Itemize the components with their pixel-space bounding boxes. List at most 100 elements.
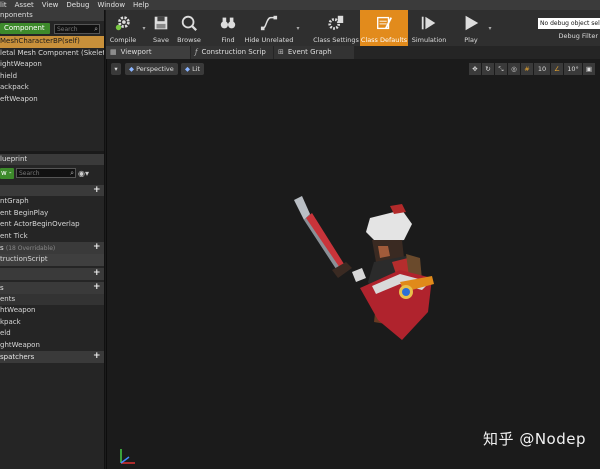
rotation-snap-value[interactable]: 10° <box>564 63 582 75</box>
viewport-transform-tools: ✥ ↻ ⤡ ◎ # 10 ∠ 10° ▣ <box>468 63 595 75</box>
add-component-button[interactable]: Component - <box>0 23 50 43</box>
grid-snap-icon[interactable]: # <box>521 63 533 75</box>
world-space-icon[interactable]: ◎ <box>508 63 520 75</box>
search-icon: ⌕ <box>94 24 98 33</box>
component-item[interactable]: letal Mesh Component (SkeletalMe <box>0 48 104 60</box>
main-toolbar: Compile ▾ Save Browse Find Hide Unrelate… <box>106 10 600 46</box>
hide-unrelated-icon <box>260 14 278 32</box>
lit-button[interactable]: ◆ Lit <box>181 63 205 75</box>
viewport-toolbar: ▾ ◆ Perspective ◆ Lit ✥ ↻ ⤡ ◎ # 10 ∠ 10°… <box>107 63 600 75</box>
tab-event-graph-label: Event Graph <box>287 48 332 56</box>
compile-button[interactable]: Compile <box>106 10 140 46</box>
add-graph-plus-icon[interactable]: + <box>93 186 101 195</box>
search-icon: ⌕ <box>70 169 74 177</box>
variable-item[interactable]: eld <box>0 328 104 340</box>
perspective-cube-icon: ◆ <box>129 65 134 73</box>
rotation-snap-icon[interactable]: ∠ <box>551 63 563 75</box>
tab-viewport[interactable]: ▦ Viewport <box>106 46 190 59</box>
shield-gem <box>402 288 410 296</box>
hide-unrelated-button[interactable]: Hide Unrelated <box>244 10 294 46</box>
rotate-icon[interactable]: ↻ <box>482 63 494 75</box>
axis-gizmo-icon <box>120 449 135 464</box>
menu-debug[interactable]: Debug <box>66 1 97 9</box>
menu-help[interactable]: Help <box>133 1 157 9</box>
viewport-options-dropdown[interactable]: ▾ <box>111 63 121 75</box>
my-blueprint-tab[interactable]: lueprint <box>0 154 104 165</box>
component-item[interactable]: ackpack <box>0 82 104 94</box>
viewport-3d[interactable]: ▾ ◆ Perspective ◆ Lit ✥ ↻ ⤡ ◎ # 10 ∠ 10°… <box>106 59 600 469</box>
simulation-button[interactable]: Simulation <box>408 10 450 46</box>
class-defaults-icon <box>375 14 393 32</box>
components-category[interactable]: ents <box>0 293 104 305</box>
scale-snap-icon[interactable]: ▣ <box>583 63 595 75</box>
browse-icon <box>180 14 198 32</box>
watermark-text: 知乎 @Nodep <box>483 430 586 448</box>
debug-filter-label: Debug Filter <box>558 32 598 40</box>
add-function-plus-icon[interactable]: + <box>93 243 101 252</box>
add-new-button[interactable]: w - <box>0 167 14 179</box>
components-search-input[interactable]: Search ⌕ <box>54 23 100 34</box>
lit-label: Lit <box>192 65 201 73</box>
graphs-section-header[interactable]: + <box>0 185 104 196</box>
function-item[interactable]: tructionScript <box>0 254 104 266</box>
helmet <box>366 210 412 242</box>
variable-item[interactable]: htWeapon <box>0 305 104 317</box>
graph-item[interactable]: ntGraph <box>0 196 104 208</box>
class-defaults-button[interactable]: Class Defaults <box>360 10 408 46</box>
component-item[interactable]: eftWeapon <box>0 94 104 106</box>
save-button[interactable]: Save <box>148 10 174 46</box>
dispatchers-header-label: spatchers <box>0 353 35 361</box>
components-tab[interactable]: nponents <box>0 10 104 21</box>
perspective-label: Perspective <box>136 65 174 73</box>
hide-unrelated-dropdown-arrow[interactable]: ▾ <box>294 10 302 46</box>
menu-window[interactable]: Window <box>97 1 133 9</box>
simulation-label: Simulation <box>411 36 447 44</box>
class-settings-icon <box>327 14 345 32</box>
play-button[interactable]: Play <box>456 10 486 46</box>
compile-dropdown-arrow[interactable]: ▾ <box>140 10 148 46</box>
grid-snap-value[interactable]: 10 <box>534 63 550 75</box>
class-settings-button[interactable]: Class Settings <box>312 10 360 46</box>
variable-item[interactable]: kpack <box>0 317 104 329</box>
add-dispatcher-plus-icon[interactable]: + <box>93 352 101 361</box>
debug-object-selector[interactable]: No debug object sel <box>538 18 600 29</box>
translate-icon[interactable]: ✥ <box>469 63 481 75</box>
add-macro-plus-icon[interactable]: + <box>93 268 101 277</box>
left-panel: nponents Component - Search ⌕ MeshCharac… <box>0 10 105 469</box>
play-icon <box>462 14 480 32</box>
character-mesh[interactable] <box>282 196 462 376</box>
tab-construction-script[interactable]: ƒ Construction Scrip <box>191 46 273 59</box>
menu-edit[interactable]: lit <box>0 1 15 9</box>
menu-asset[interactable]: Asset <box>15 1 42 9</box>
hide-unrelated-label: Hide Unrelated <box>244 36 294 44</box>
class-settings-label: Class Settings <box>313 36 359 44</box>
graph-item[interactable]: ent BeginPlay <box>0 208 104 220</box>
variables-section-header[interactable]: s + <box>0 281 104 294</box>
find-button[interactable]: Find <box>212 10 244 46</box>
perspective-button[interactable]: ◆ Perspective <box>125 63 178 75</box>
save-icon <box>152 14 170 32</box>
tab-event-graph[interactable]: ⊞ Event Graph <box>274 46 354 59</box>
functions-overridable-count: (18 Overridable) <box>5 245 56 252</box>
component-item[interactable]: hield <box>0 71 104 83</box>
graph-item[interactable]: ent ActorBeginOverlap <box>0 219 104 231</box>
add-variable-plus-icon[interactable]: + <box>93 282 101 291</box>
blueprint-search-input[interactable]: Search ⌕ <box>16 168 76 178</box>
component-root-item[interactable]: MeshCharacterBP(self) <box>0 36 104 48</box>
component-item[interactable]: ightWeapon <box>0 59 104 71</box>
browse-button[interactable]: Browse <box>174 10 204 46</box>
macros-section-header[interactable]: + <box>0 267 104 280</box>
function-tab-icon: ƒ <box>195 48 198 56</box>
menu-bar: lit Asset View Debug Window Help <box>0 0 600 10</box>
event-dispatchers-section-header[interactable]: spatchers + <box>0 351 104 363</box>
eye-visibility-icon[interactable]: ◉▾ <box>78 169 89 178</box>
menu-view[interactable]: View <box>42 1 67 9</box>
browse-label: Browse <box>177 36 201 44</box>
tab-construction-label: Construction Scrip <box>201 48 266 56</box>
functions-section-header[interactable]: s (18 Overridable) + <box>0 242 104 254</box>
scale-icon[interactable]: ⤡ <box>495 63 507 75</box>
class-defaults-label: Class Defaults <box>360 36 408 44</box>
play-dropdown-arrow[interactable]: ▾ <box>486 10 494 46</box>
graph-item[interactable]: ent Tick <box>0 231 104 243</box>
variable-item[interactable]: ghtWeapon <box>0 340 104 352</box>
